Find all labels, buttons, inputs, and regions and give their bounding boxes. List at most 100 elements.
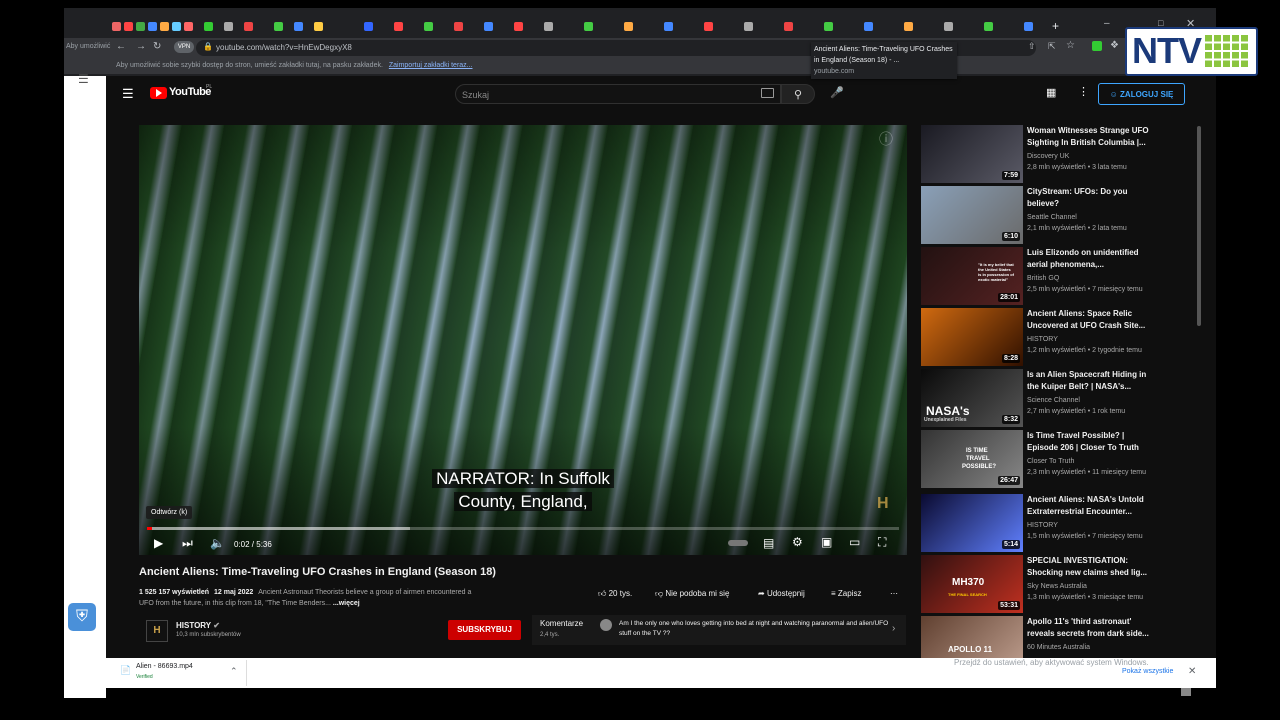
show-more-link[interactable]: ...więcej <box>333 600 360 607</box>
subtitles-icon[interactable]: ▤ <box>763 536 774 550</box>
new-tab-button[interactable]: + <box>1052 19 1059 33</box>
next-icon[interactable]: ⏭ <box>182 536 193 550</box>
tab-favicon[interactable] <box>394 22 403 31</box>
tab-favicon[interactable] <box>744 22 753 31</box>
tab-favicon[interactable] <box>704 22 713 31</box>
back-icon[interactable]: ← <box>116 40 126 54</box>
vpn-badge[interactable]: VPN <box>174 41 194 53</box>
bookmark-star-icon[interactable]: ☆ <box>1066 40 1075 51</box>
video-description[interactable]: 1 525 157 wyświetleń 12 maj 2022 Ancient… <box>139 587 479 609</box>
tab-favicon[interactable] <box>784 22 793 31</box>
channel-avatar[interactable]: H <box>146 620 168 642</box>
extensions-puzzle-icon[interactable]: ❖ <box>1110 40 1119 51</box>
tab-favicon[interactable] <box>294 22 303 31</box>
video-thumbnail[interactable]: 7:59 <box>921 125 1023 183</box>
show-all-downloads-link[interactable]: Pokaż wszystkie <box>1122 668 1173 675</box>
microphone-icon[interactable]: 🎤 <box>830 86 844 99</box>
recommended-video[interactable]: 28:01 Luis Elizondo on unidentified aerial… <box>921 247 1181 305</box>
lock-icon[interactable]: 🔒 <box>203 42 213 51</box>
subscribe-button[interactable]: SUBSKRYBUJ <box>448 620 521 640</box>
tab-favicon[interactable] <box>172 22 181 31</box>
video-thumbnail[interactable]: 5:14 <box>921 494 1023 552</box>
forward-icon[interactable]: → <box>136 40 146 54</box>
miniplayer-icon[interactable]: ▣ <box>821 535 832 549</box>
recommended-video[interactable]: 8:28 Ancient Aliens: Space Relic Uncovered… <box>921 308 1181 366</box>
settings-gear-icon[interactable]: ⚙ <box>792 535 803 549</box>
tab-favicon[interactable] <box>484 22 493 31</box>
tab-favicon[interactable] <box>1024 22 1033 31</box>
more-options-icon[interactable]: ⋮ <box>1078 85 1089 98</box>
play-icon[interactable]: ▶ <box>154 536 163 550</box>
tab-favicon[interactable] <box>274 22 283 31</box>
tab-favicon[interactable] <box>864 22 873 31</box>
download-item[interactable]: 📄 Alien - 86693.mp4 Verified ⌃ <box>118 660 247 686</box>
autoplay-toggle[interactable] <box>728 540 748 546</box>
chevron-up-icon[interactable]: ⌃ <box>230 666 238 677</box>
info-icon[interactable]: ⓘ <box>879 129 893 149</box>
share-button[interactable]: ➦ Udostępnij <box>758 588 805 600</box>
share-icon[interactable]: ⇧ <box>1028 41 1036 52</box>
install-icon[interactable]: ⇱ <box>1048 41 1056 52</box>
sidebar-scrollbar[interactable] <box>1197 126 1201 326</box>
volume-icon[interactable]: 🔈 <box>210 536 225 550</box>
tab-favicon[interactable] <box>624 22 633 31</box>
tab-favicon[interactable] <box>904 22 913 31</box>
extension-icon[interactable] <box>1092 41 1102 51</box>
search-button[interactable]: ⚲ <box>781 84 815 104</box>
tab-favicon[interactable] <box>224 22 233 31</box>
recommended-video[interactable]: 7:59 Woman Witnesses Strange UFO Sighting … <box>921 125 1181 183</box>
windows-activation-watermark: Przejdź do ustawień, aby aktywować syste… <box>954 658 1149 667</box>
tab-favicon[interactable] <box>136 22 145 31</box>
progress-bar[interactable] <box>147 527 899 530</box>
search-input[interactable]: Szukaj <box>455 84 781 104</box>
keyboard-icon[interactable] <box>761 88 774 98</box>
tab-favicon[interactable] <box>314 22 323 31</box>
menu-icon[interactable]: ☰ <box>78 72 89 86</box>
tab-favicon[interactable] <box>184 22 193 31</box>
theater-mode-icon[interactable]: ▭ <box>849 535 860 549</box>
save-button[interactable]: ≡ Zapisz <box>831 588 861 600</box>
import-bookmarks-link[interactable]: Zaimportuj zakładki teraz... <box>389 62 473 69</box>
tab-favicon[interactable] <box>148 22 157 31</box>
channel-name[interactable]: HISTORY ✔ <box>176 621 220 630</box>
minimize-icon[interactable]: – <box>1104 18 1110 29</box>
tab-favicon[interactable] <box>424 22 433 31</box>
video-thumbnail[interactable]: 8:28 <box>921 308 1023 366</box>
tab-favicon[interactable] <box>160 22 169 31</box>
tab-favicon[interactable] <box>514 22 523 31</box>
taskbar-notification-icon[interactable] <box>1181 688 1191 696</box>
dislike-button[interactable]: 👎︎ Nie podoba mi się <box>655 588 729 600</box>
apps-grid-icon[interactable]: ▦ <box>1046 86 1056 99</box>
tab-favicon[interactable] <box>584 22 593 31</box>
video-thumbnail[interactable]: 6:10 <box>921 186 1023 244</box>
login-button[interactable]: ☺ ZALOGUJ SIĘ <box>1098 83 1185 105</box>
hamburger-menu-icon[interactable]: ☰ <box>122 86 134 102</box>
recommended-video[interactable]: 26:47 Is Time Travel Possible? | Episode 2… <box>921 430 1181 488</box>
tab-favicon[interactable] <box>944 22 953 31</box>
tab-favicon[interactable] <box>112 22 121 31</box>
youtube-logo-icon[interactable] <box>150 87 167 99</box>
tab-favicon[interactable] <box>544 22 553 31</box>
tab-favicon[interactable] <box>204 22 213 31</box>
channel-watermark-icon[interactable]: H <box>877 495 889 513</box>
tab-strip[interactable]: + – □ ✕ <box>64 8 1216 38</box>
chevron-right-icon[interactable]: › <box>892 623 895 634</box>
shield-icon[interactable]: ⛨ <box>68 603 96 631</box>
reload-icon[interactable]: ↻ <box>153 40 161 54</box>
like-button[interactable]: 👍︎ 20 tys. <box>598 588 632 600</box>
video-title-line-2: aerial phenomena,... <box>1027 260 1104 269</box>
tab-favicon[interactable] <box>824 22 833 31</box>
tab-favicon[interactable] <box>364 22 373 31</box>
tab-favicon[interactable] <box>664 22 673 31</box>
tab-favicon[interactable] <box>124 22 133 31</box>
tab-favicon[interactable] <box>244 22 253 31</box>
more-actions-icon[interactable]: ⋯ <box>890 588 898 600</box>
fullscreen-icon[interactable]: ⛶ <box>878 535 886 549</box>
youtube-logo-text[interactable]: YouTube <box>169 86 211 98</box>
comments-preview[interactable]: Komentarze 2,4 tys. Am I the only one wh… <box>532 615 906 645</box>
close-downloads-icon[interactable]: ✕ <box>1188 666 1196 677</box>
recommended-video[interactable]: 6:10 CityStream: UFOs: Do you believe? Seat… <box>921 186 1181 244</box>
tab-favicon[interactable] <box>984 22 993 31</box>
tab-favicon[interactable] <box>454 22 463 31</box>
recommended-video[interactable]: 5:14 Ancient Aliens: NASA's Untold Extrate… <box>921 494 1181 552</box>
